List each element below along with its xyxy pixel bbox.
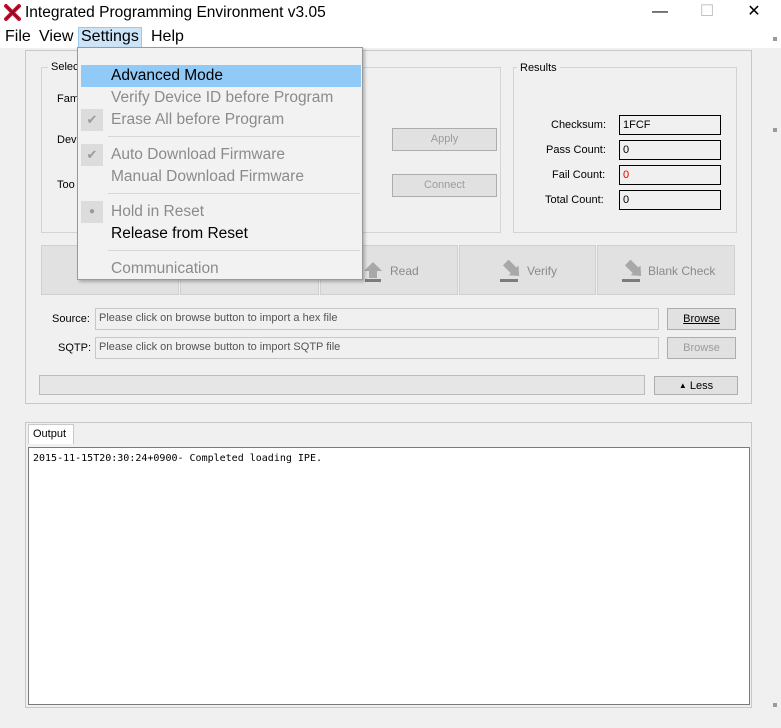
- minimize-button[interactable]: —: [637, 2, 683, 24]
- less-label: Less: [689, 380, 714, 392]
- total-count-label: Total Count:: [545, 194, 604, 206]
- blank-check-label: Blank Check: [648, 264, 716, 278]
- source-path-field[interactable]: Please click on browse button to import …: [95, 308, 659, 330]
- menu-item-label: Auto Download Firmware: [111, 146, 286, 163]
- apply-button[interactable]: Apply: [392, 128, 497, 151]
- connect-button[interactable]: Connect: [392, 174, 497, 197]
- fail-count-field: 0: [619, 165, 721, 185]
- output-log: 2015-11-15T20:30:24+0900- Completed load…: [28, 447, 750, 705]
- tool-label: Too: [57, 179, 75, 191]
- device-label: Dev: [57, 134, 77, 146]
- menu-item-label: Verify Device ID before Program: [111, 89, 334, 106]
- verify-arrow-icon: [500, 259, 520, 282]
- scroll-marker-icon: [773, 128, 777, 132]
- pass-count-label: Pass Count:: [546, 144, 606, 156]
- verify-button[interactable]: Verify: [459, 245, 596, 295]
- menu-bar: File View Settings Help: [0, 26, 781, 48]
- settings-menu-dropdown: Advanced Mode Verify Device ID before Pr…: [77, 47, 363, 280]
- menu-separator: [108, 193, 360, 194]
- collapse-arrow-icon: ▲: [678, 381, 687, 390]
- close-button[interactable]: ✕: [731, 2, 777, 24]
- scroll-marker-icon: [773, 703, 777, 707]
- menu-item-hold-in-reset[interactable]: ● Hold in Reset: [78, 201, 362, 223]
- results-title: Results: [517, 62, 560, 74]
- menu-help[interactable]: Help: [149, 28, 186, 48]
- read-label: Read: [390, 264, 419, 278]
- menu-item-auto-download-firmware[interactable]: ✔ Auto Download Firmware: [78, 144, 362, 166]
- menu-item-label: Manual Download Firmware: [111, 168, 304, 185]
- sqtp-browse-button[interactable]: Browse: [667, 337, 736, 359]
- pass-count-field: 0: [619, 140, 721, 160]
- menu-item-label: Release from Reset: [111, 225, 248, 242]
- checksum-field: 1FCF: [619, 115, 721, 135]
- menu-item-erase-all[interactable]: ✔ Erase All before Program: [78, 109, 362, 131]
- less-button[interactable]: ▲ Less: [654, 376, 738, 395]
- sqtp-label: SQTP:: [58, 342, 92, 354]
- total-count-field: 0: [619, 190, 721, 210]
- checkmark-icon: ✔: [81, 109, 103, 131]
- menu-file[interactable]: File: [3, 28, 33, 48]
- menu-item-advanced-mode[interactable]: Advanced Mode: [81, 65, 361, 87]
- source-browse-button[interactable]: Browse: [667, 308, 736, 330]
- menu-item-communication[interactable]: Communication: [78, 258, 362, 280]
- source-label: Source:: [52, 313, 90, 325]
- title-bar: Integrated Programming Environment v3.05…: [0, 0, 781, 26]
- window-title: Integrated Programming Environment v3.05: [25, 4, 326, 21]
- scroll-marker-icon: [773, 37, 777, 41]
- sqtp-path-field[interactable]: Please click on browse button to import …: [95, 337, 659, 359]
- family-label: Fam: [57, 93, 79, 105]
- maximize-button[interactable]: ☐: [684, 2, 730, 24]
- blank-check-arrow-icon: [622, 259, 642, 282]
- menu-separator: [108, 136, 360, 137]
- verify-label: Verify: [527, 264, 558, 278]
- radio-dot-icon: ●: [81, 201, 103, 223]
- read-arrow-icon: [364, 262, 382, 282]
- fail-count-label: Fail Count:: [552, 169, 606, 181]
- menu-item-label: Erase All before Program: [111, 111, 285, 128]
- menu-separator: [108, 250, 360, 251]
- menu-item-label: Advanced Mode: [111, 67, 224, 84]
- menu-settings[interactable]: Settings: [78, 27, 142, 48]
- menu-item-label: Communication: [111, 260, 219, 277]
- menu-item-manual-download-firmware[interactable]: Manual Download Firmware: [78, 166, 362, 188]
- checkmark-icon: ✔: [81, 144, 103, 166]
- checksum-label: Checksum:: [551, 119, 607, 131]
- app-logo-icon: [4, 4, 21, 21]
- tab-output[interactable]: Output: [28, 424, 74, 444]
- blank-check-button[interactable]: Blank Check: [597, 245, 735, 295]
- menu-view[interactable]: View: [37, 28, 75, 48]
- menu-item-label: Hold in Reset: [111, 203, 205, 220]
- menu-item-release-from-reset[interactable]: Release from Reset: [78, 223, 362, 245]
- progress-bar: [39, 375, 645, 395]
- menu-item-verify-device-id[interactable]: Verify Device ID before Program: [78, 87, 362, 109]
